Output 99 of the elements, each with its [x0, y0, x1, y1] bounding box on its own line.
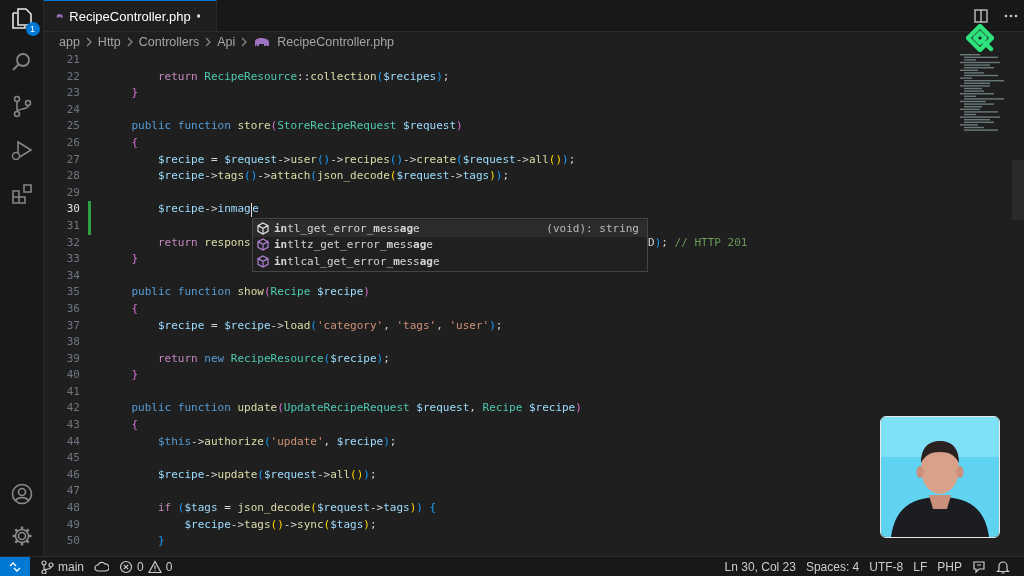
code-line: return respons	[158, 234, 251, 251]
line-number: 25	[66, 118, 80, 135]
line-number: 36	[66, 300, 80, 317]
line-number: 45	[66, 450, 80, 467]
line-number: 29	[66, 184, 80, 201]
cube-icon	[257, 221, 269, 235]
status-item[interactable]: PHP	[937, 559, 962, 574]
branch-icon	[40, 559, 54, 574]
line-number: 42	[66, 400, 80, 417]
count-badge: 1	[25, 22, 40, 36]
tab-label: RecipeController.php	[69, 8, 191, 24]
account-icon[interactable]	[9, 482, 34, 506]
status-item[interactable]: Spaces: 4	[805, 559, 860, 574]
code-line: public function store(StoreRecipeRequest $request)	[131, 118, 463, 135]
problems-button[interactable]: 0 0	[119, 559, 173, 574]
code-line: }	[158, 533, 165, 550]
unsaved-dot-icon	[196, 12, 200, 20]
line-number: 34	[66, 267, 80, 284]
line-number: 43	[66, 417, 80, 434]
status-item[interactable]: Ln 30, Col 23	[724, 559, 796, 574]
chevron-icon	[85, 37, 92, 47]
code-line: $recipe = $recipe->load('category', 'tags', 'user');	[158, 317, 503, 334]
line-number: 30	[66, 201, 80, 218]
breadcrumb-item[interactable]: RecipeController.php	[277, 35, 395, 49]
line-number: 21	[66, 52, 80, 68]
type-detail: (void): string	[546, 221, 639, 235]
line-number: 39	[66, 350, 80, 367]
code-line: public function update(UpdateRecipeRequest $request, Recipe $recipe)	[131, 400, 582, 417]
line-number: 33	[66, 251, 80, 268]
more-icon[interactable]	[1004, 13, 1018, 18]
line-number: 40	[66, 367, 80, 384]
remote-button[interactable]	[0, 557, 30, 576]
line-number: 22	[66, 68, 80, 85]
code-line: $recipe->update($request->all());	[158, 466, 377, 483]
code-line: return RecipeResource::collection($recipes);	[158, 68, 450, 85]
line-number: 37	[66, 317, 80, 334]
suggestion-item[interactable]: intltz_get_error_message	[253, 236, 647, 254]
text-cursor	[250, 202, 253, 217]
line-number: 41	[66, 383, 80, 400]
breadcrumb-item[interactable]: Controllers	[138, 35, 200, 49]
extensions-icon	[9, 182, 34, 206]
branch-button[interactable]: main	[40, 559, 84, 574]
line-number: 28	[66, 168, 80, 185]
line-number: 44	[66, 433, 80, 450]
line-number: 47	[66, 483, 80, 500]
line-number: 23	[66, 85, 80, 102]
code-line: $recipe->tags()->attach(json_decode($request->tags));	[158, 168, 510, 185]
line-number: 26	[66, 134, 80, 151]
files-icon	[9, 6, 34, 30]
cube-icon	[257, 238, 269, 252]
breadcrumb-item[interactable]: app	[59, 35, 80, 49]
line-number: 38	[66, 334, 80, 351]
code-line: {	[131, 417, 139, 434]
error-icon	[119, 559, 133, 574]
line-number: 24	[66, 101, 80, 118]
warning-icon	[147, 559, 162, 574]
chevron-icon	[205, 37, 212, 47]
code-line: if ($tags = json_decode($request->tags)) {	[158, 500, 437, 517]
code-line: return new RecipeResource($recipe);	[158, 350, 390, 367]
code-line: $this->authorize('update', $recipe);	[158, 433, 397, 450]
chevron-icon	[126, 37, 133, 47]
breadcrumb-item[interactable]: Http	[97, 35, 121, 49]
line-number: 46	[66, 466, 80, 483]
editor-tab[interactable]: RecipeController.php	[44, 0, 217, 31]
code-line: $recipe->inmag e	[158, 201, 259, 218]
bell-icon[interactable]	[996, 559, 1010, 574]
code-line: }	[131, 367, 139, 384]
code-line: $recipe->tags()->sync($tags);	[184, 516, 377, 533]
extensions-tab[interactable]	[9, 182, 34, 206]
chevron-icon	[241, 37, 248, 47]
code-line: D); // HTTP 201	[648, 234, 748, 251]
status-item[interactable]: UTF-8	[869, 559, 904, 574]
php-file-icon	[56, 11, 64, 21]
cloud-sync-icon[interactable]	[94, 559, 109, 574]
status-item[interactable]: LF	[913, 559, 928, 574]
php-file-icon	[253, 37, 272, 47]
line-number: 49	[66, 516, 80, 533]
line-number: 31	[66, 217, 80, 234]
cube-icon	[257, 255, 269, 268]
feedback-icon[interactable]	[972, 559, 986, 574]
line-number: 27	[66, 151, 80, 168]
split-editor-icon[interactable]	[974, 8, 988, 23]
code-line: }	[131, 85, 139, 102]
line-number: 50	[66, 533, 80, 550]
breadcrumb-item[interactable]: Api	[217, 35, 236, 49]
line-number: 48	[66, 500, 80, 517]
line-number: 32	[66, 234, 80, 251]
code-line: }	[131, 251, 139, 268]
run-debug-icon	[9, 138, 34, 162]
code-line: {	[131, 134, 139, 151]
code-line: public function show(Recipe $recipe)	[131, 284, 370, 301]
suggestion-item[interactable]: intlcal_get_error_message	[253, 253, 647, 270]
code-line: {	[131, 300, 139, 317]
files-tab[interactable]: 1	[9, 6, 40, 36]
suggestion-item[interactable]: intl_get_error_message (void): string	[253, 220, 647, 237]
code-line: $recipe = $request->user()->recipes()->create($request->all());	[158, 151, 576, 168]
run-debug-tab[interactable]	[9, 138, 34, 162]
diamond-logo-icon	[966, 24, 994, 52]
line-number: 35	[66, 284, 80, 301]
